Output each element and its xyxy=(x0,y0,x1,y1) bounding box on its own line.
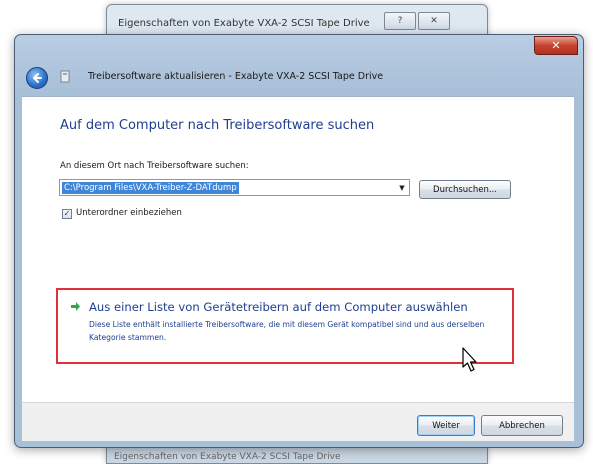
back-button[interactable] xyxy=(26,67,48,89)
pick-from-list-option-title[interactable]: Aus einer Liste von Gerätetreibern auf d… xyxy=(89,300,468,314)
green-arrow-icon xyxy=(71,302,80,311)
background-help-button[interactable]: ? xyxy=(384,12,416,30)
page-heading: Auf dem Computer nach Treibersoftware su… xyxy=(60,118,375,133)
background-window-title: Eigenschaften von Exabyte VXA-2 SCSI Tap… xyxy=(118,18,370,29)
background-window-controls: ? ✕ xyxy=(384,12,452,30)
browse-button[interactable]: Durchsuchen... xyxy=(419,180,511,199)
wizard-title: Treibersoftware aktualisieren - Exabyte … xyxy=(88,71,384,82)
include-subfolders-checkbox[interactable]: ✓ xyxy=(62,209,72,219)
search-location-label: An diesem Ort nach Treibersoftware suche… xyxy=(60,161,249,171)
background-close-button[interactable]: ✕ xyxy=(418,12,450,30)
background-window-bottom-text: Eigenschaften von Exabyte VXA-2 SCSI Tap… xyxy=(114,452,341,462)
search-location-value[interactable]: C:\Program Files\VXA-Treiber-Z-DATdump xyxy=(62,182,239,194)
cancel-button[interactable]: Abbrechen xyxy=(481,415,563,436)
next-button[interactable]: Weiter xyxy=(417,415,475,436)
search-location-combobox[interactable]: C:\Program Files\VXA-Treiber-Z-DATdump ▼ xyxy=(59,179,410,196)
device-icon xyxy=(60,70,70,83)
back-arrow-icon xyxy=(33,73,42,83)
close-button[interactable]: ✕ xyxy=(534,36,578,55)
include-subfolders-label[interactable]: Unterordner einbeziehen xyxy=(76,208,182,218)
chevron-down-icon[interactable]: ▼ xyxy=(395,180,409,195)
pick-from-list-option-description: Diese Liste enthält installierte Treiber… xyxy=(89,320,485,342)
mouse-cursor-icon xyxy=(462,347,477,372)
